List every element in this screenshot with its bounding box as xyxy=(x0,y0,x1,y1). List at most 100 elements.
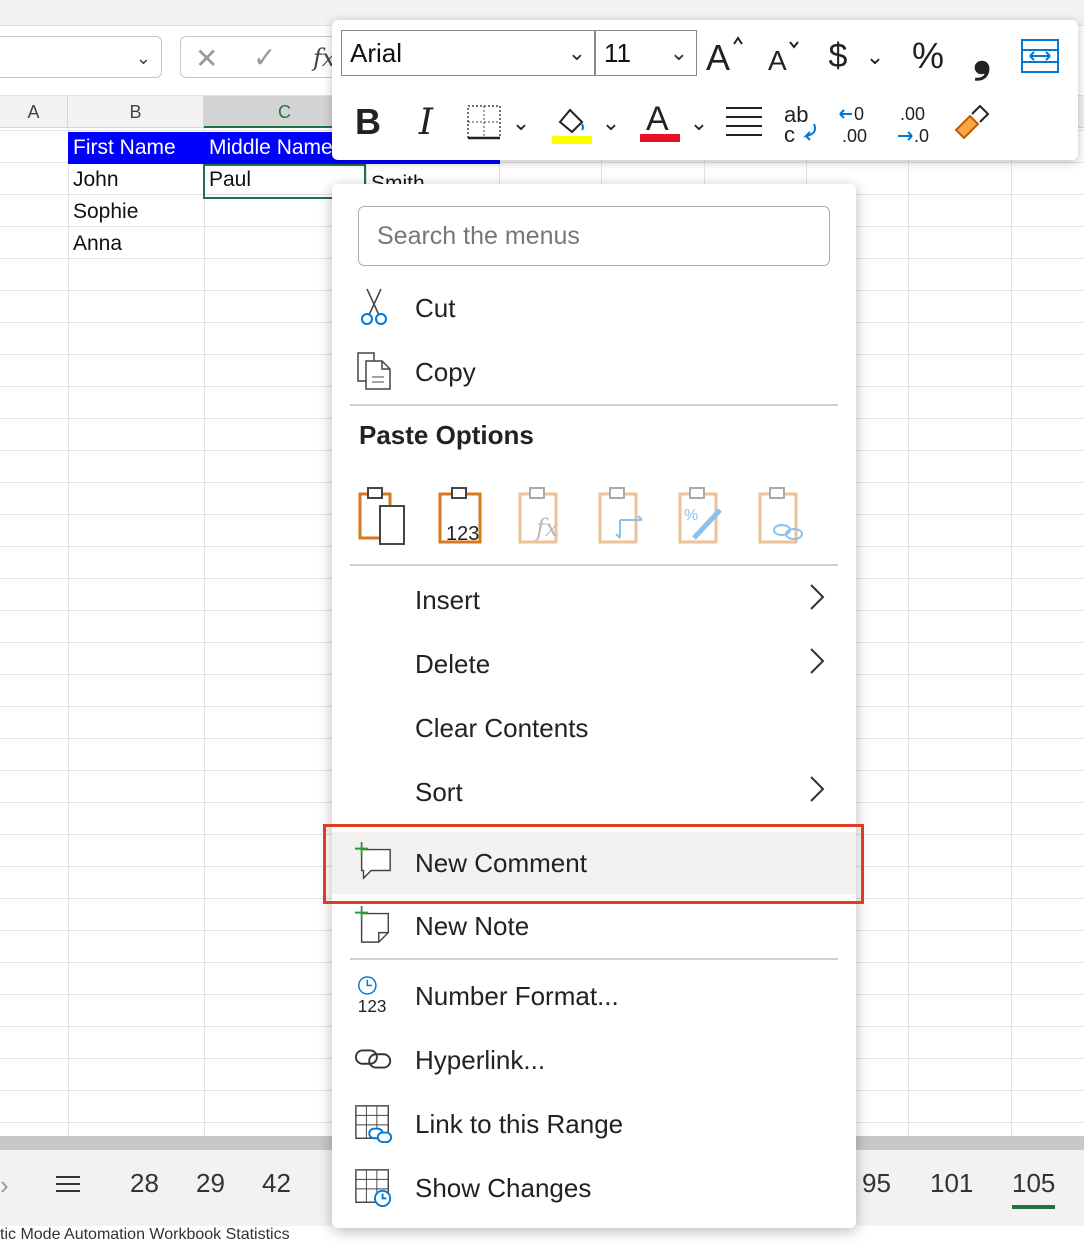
menu-item-label: Number Format... xyxy=(415,966,619,1026)
increase-decimal-icon[interactable]: .00.0 xyxy=(894,100,938,146)
chevron-right-icon xyxy=(808,774,826,809)
currency-format-icon[interactable]: $ xyxy=(822,34,854,78)
paste-formulas-icon: fx xyxy=(516,486,572,548)
align-center-icon[interactable] xyxy=(722,102,766,142)
chevron-down-icon[interactable]: ⌄ xyxy=(598,108,624,138)
svg-text:.0: .0 xyxy=(914,126,929,146)
svg-text:A: A xyxy=(646,100,669,138)
menu-item-clear-contents[interactable]: Clear Contents xyxy=(332,698,856,758)
fill-color-icon[interactable] xyxy=(550,100,594,146)
svg-text:fx: fx xyxy=(534,514,559,542)
wrap-text-icon[interactable]: abc xyxy=(780,100,824,146)
percent-format-icon[interactable]: % xyxy=(906,34,950,78)
menu-item-label: Cut xyxy=(415,278,455,338)
cell-b2[interactable]: John xyxy=(68,164,204,196)
svg-text:c: c xyxy=(784,122,795,146)
context-menu: Search the menus Cut Copy Paste Options … xyxy=(332,184,856,1228)
check-icon[interactable]: ✓ xyxy=(253,41,276,74)
italic-icon[interactable]: I xyxy=(408,100,444,144)
menu-item-insert[interactable]: Insert xyxy=(332,570,856,630)
chevron-down-icon[interactable]: ⌄ xyxy=(136,48,151,69)
comma-style-icon[interactable]: ❟ xyxy=(964,32,1000,80)
svg-text:A: A xyxy=(768,45,787,76)
cancel-icon[interactable]: ✕ xyxy=(195,42,218,75)
paste-link-icon xyxy=(756,486,812,548)
chevron-down-icon[interactable]: ⌄ xyxy=(862,42,888,72)
menu-item-label: Copy xyxy=(415,342,476,402)
font-name-value: Arial xyxy=(350,38,402,68)
menu-separator xyxy=(350,404,838,406)
paste-icon[interactable] xyxy=(356,486,412,548)
font-color-icon[interactable]: A xyxy=(638,98,682,144)
new-note-icon xyxy=(354,902,394,948)
sheet-tab[interactable]: 29 xyxy=(196,1168,225,1199)
chevron-down-icon: ⌄ xyxy=(670,31,688,75)
menu-item-label: Link to this Range xyxy=(415,1094,623,1154)
menu-item-delete[interactable]: Delete xyxy=(332,634,856,694)
formula-controls: ✕ ✓ fx xyxy=(180,36,350,78)
menu-item-label: Delete xyxy=(415,634,490,694)
increase-font-size-icon[interactable]: A xyxy=(704,32,748,76)
menu-item-sort[interactable]: Sort xyxy=(332,762,856,822)
font-name-dropdown[interactable]: Arial ⌄ xyxy=(341,30,595,76)
cell-b4[interactable]: Anna xyxy=(68,228,204,260)
menu-item-cut[interactable]: Cut xyxy=(332,278,856,338)
menu-item-number-format[interactable]: 123 Number Format... xyxy=(332,966,856,1026)
bold-icon[interactable]: B xyxy=(350,100,386,144)
svg-text:%: % xyxy=(684,507,698,524)
highlight-annotation xyxy=(323,824,864,904)
column-header-a[interactable]: A xyxy=(0,96,68,128)
all-sheets-menu-icon[interactable] xyxy=(54,1172,82,1203)
copy-icon xyxy=(354,348,394,394)
decrease-font-size-icon[interactable]: A xyxy=(766,36,806,76)
link-icon xyxy=(354,1036,394,1082)
format-painter-icon[interactable] xyxy=(948,102,992,146)
chevron-right-icon xyxy=(808,646,826,681)
menu-item-copy[interactable]: Copy xyxy=(332,342,856,402)
search-menus-input[interactable]: Search the menus xyxy=(358,206,830,266)
number-format-icon-label: 123 xyxy=(358,996,387,1016)
svg-text:.00: .00 xyxy=(900,104,925,124)
cell-b3[interactable]: Sophie xyxy=(68,196,204,228)
sheet-tab[interactable]: 42 xyxy=(262,1168,291,1199)
mini-format-toolbar: Arial ⌄ 11 ⌄ A A $ ⌄ % ❟ B I ⌄ ⌄ A ⌄ abc… xyxy=(332,20,1078,160)
chevron-down-icon[interactable]: ⌄ xyxy=(508,108,534,138)
menu-item-show-changes[interactable]: Show Changes xyxy=(332,1158,856,1218)
menu-item-link-to-range[interactable]: Link to this Range xyxy=(332,1094,856,1154)
chevron-down-icon: ⌄ xyxy=(568,31,586,75)
cell-b1[interactable]: First Name xyxy=(68,132,204,164)
paste-formatting-icon: % xyxy=(676,486,732,548)
chevron-down-icon[interactable]: ⌄ xyxy=(686,108,712,138)
sheet-tab[interactable]: 101 xyxy=(930,1168,973,1199)
menu-item-new-note[interactable]: New Note xyxy=(332,896,856,956)
status-bar: tic Mode Automation Workbook Statistics xyxy=(0,1226,1084,1244)
font-size-value: 11 xyxy=(604,38,631,68)
paste-transpose-icon xyxy=(596,486,652,548)
sheet-tab[interactable]: 95 xyxy=(862,1168,891,1199)
number-format-icon: 123 xyxy=(354,972,394,1018)
svg-text:0: 0 xyxy=(854,104,864,124)
autofit-column-icon[interactable] xyxy=(1018,36,1062,76)
paste-options-heading: Paste Options xyxy=(359,420,534,451)
paste-values-label: 123 xyxy=(446,523,479,545)
menu-separator xyxy=(350,958,838,960)
menu-item-hyperlink[interactable]: Hyperlink... xyxy=(332,1030,856,1090)
sheet-tab-active[interactable]: 105 xyxy=(1012,1168,1055,1209)
font-size-dropdown[interactable]: 11 ⌄ xyxy=(595,30,697,76)
menu-item-label: Show Changes xyxy=(415,1158,591,1218)
menu-item-label: Clear Contents xyxy=(415,698,588,758)
paste-values-icon[interactable]: 123 xyxy=(436,486,492,548)
chevron-left-icon[interactable]: › xyxy=(0,1170,9,1201)
name-box[interactable]: ⌄ xyxy=(0,36,162,78)
chevron-right-icon xyxy=(808,582,826,617)
borders-icon[interactable] xyxy=(464,102,504,142)
svg-text:.00: .00 xyxy=(842,126,867,146)
sheet-tab[interactable]: 28 xyxy=(130,1168,159,1199)
column-header-b[interactable]: B xyxy=(68,96,204,128)
menu-item-label: Sort xyxy=(415,762,463,822)
menu-item-label: Insert xyxy=(415,570,480,630)
link-to-range-icon xyxy=(354,1100,394,1146)
show-changes-icon xyxy=(354,1164,394,1210)
decrease-decimal-icon[interactable]: 0.00 xyxy=(836,100,880,146)
menu-item-label: New Note xyxy=(415,896,529,956)
